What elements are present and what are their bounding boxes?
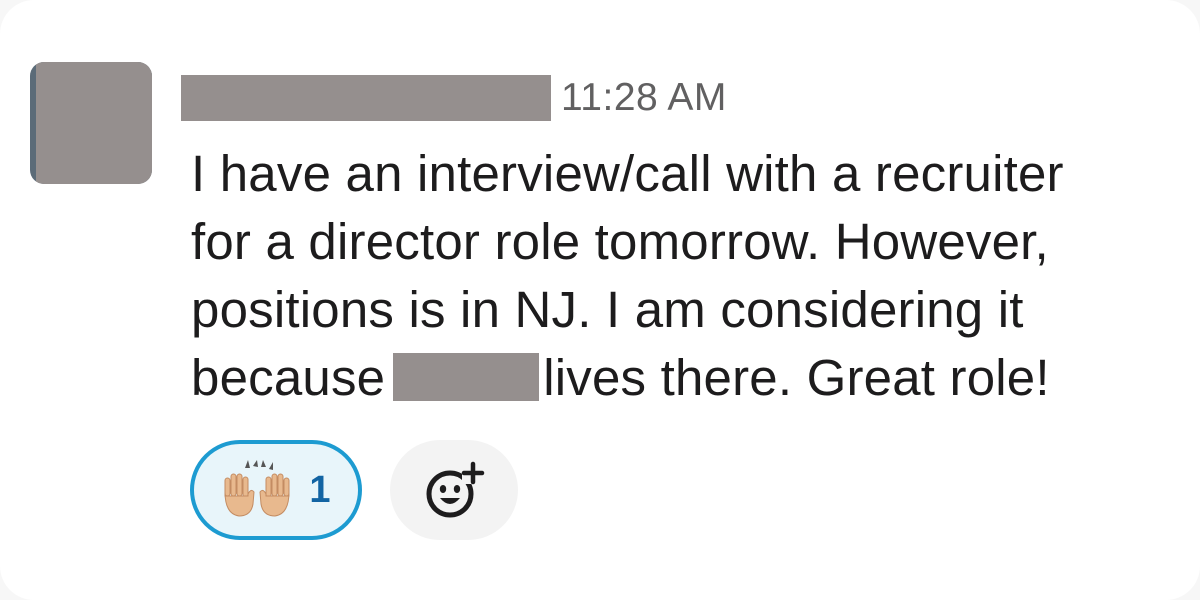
message-line: I have an interview/call with a recruite… bbox=[191, 145, 1064, 202]
redacted-avatar bbox=[36, 62, 152, 184]
message-text: lives there. Great role! bbox=[543, 349, 1050, 406]
reactions-bar: 1 bbox=[190, 440, 518, 540]
add-reaction-button[interactable] bbox=[390, 440, 518, 540]
message-header: 11:28 AM bbox=[181, 70, 727, 126]
message-card: 11:28 AM I have an interview/call with a… bbox=[0, 0, 1200, 600]
message-timestamp[interactable]: 11:28 AM bbox=[561, 76, 727, 120]
redacted-sender-name bbox=[181, 75, 551, 121]
reaction-raised-hands[interactable]: 1 bbox=[190, 440, 362, 540]
redacted-text bbox=[393, 353, 540, 401]
message-text: because bbox=[191, 349, 386, 406]
message-body: I have an interview/call with a recruite… bbox=[191, 140, 1191, 412]
raised-hands-icon bbox=[224, 460, 290, 517]
add-emoji-icon bbox=[426, 461, 485, 518]
message-line: positions is in NJ. I am considering it bbox=[191, 281, 1024, 338]
message-line: for a director role tomorrow. However, bbox=[191, 213, 1049, 270]
avatar[interactable] bbox=[30, 62, 152, 184]
reaction-count: 1 bbox=[309, 468, 331, 511]
message-line: because lives there. Great role! bbox=[191, 344, 1191, 412]
